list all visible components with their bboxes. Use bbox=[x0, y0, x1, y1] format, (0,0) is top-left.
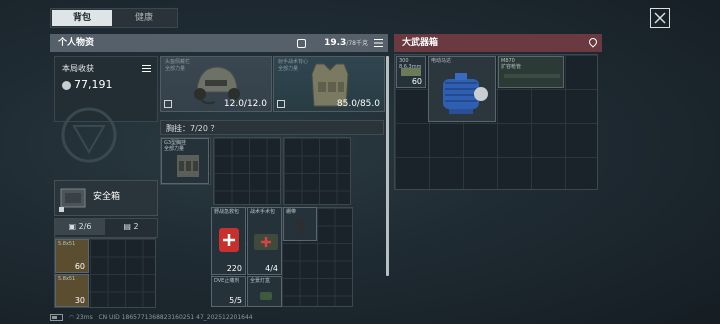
repair-icon bbox=[277, 100, 285, 108]
surgery-kit-name: 战术手术包 bbox=[250, 209, 276, 215]
lamp-icon bbox=[260, 292, 272, 300]
ammo-item[interactable]: 5.8x51 30 bbox=[55, 274, 89, 307]
details-list-icon[interactable] bbox=[142, 65, 151, 72]
chest-rig-capacity: 胸挂：7/20 ？ bbox=[160, 120, 384, 135]
lock-icon bbox=[59, 207, 64, 212]
ammo-count: 30 bbox=[74, 296, 85, 305]
ammo-box-item[interactable]: 300 8.6.3mm 60 bbox=[396, 56, 426, 88]
personal-supplies-header: 个人物资 19.3/78千克 bbox=[50, 34, 388, 52]
surgery-kit-count: 4/4 bbox=[265, 264, 278, 273]
painkiller-name: DVE止痛剂 bbox=[214, 278, 240, 284]
medkit-count: 220 bbox=[226, 264, 242, 273]
weapon-box-title: 大武器箱 bbox=[402, 38, 439, 48]
close-icon bbox=[654, 12, 666, 24]
weight-value: 19.3 bbox=[324, 38, 347, 48]
raid-income-label: 本局收获 bbox=[62, 64, 94, 73]
close-button[interactable] bbox=[650, 8, 670, 28]
inventory-scrollbar[interactable] bbox=[386, 56, 389, 276]
surgery-kit-icon bbox=[254, 234, 278, 250]
tab-backpack[interactable]: 背包 bbox=[52, 10, 112, 26]
ammo-name: 5.8x51 bbox=[58, 241, 76, 247]
uid-text: CN UID 1865771368823160251 47_2025122016… bbox=[98, 314, 253, 321]
pouch-count: 2/6 bbox=[78, 222, 92, 231]
electric-motor-icon bbox=[443, 73, 488, 114]
list-icon[interactable] bbox=[374, 39, 383, 47]
rig-grid-2[interactable] bbox=[213, 137, 281, 205]
chest-rig-icon bbox=[177, 155, 199, 177]
painkiller-item[interactable]: DVE止痛剂 5/5 bbox=[211, 276, 246, 307]
rig-grid-3[interactable] bbox=[283, 137, 351, 205]
ping-value: 23ms bbox=[76, 314, 93, 321]
chest-rig-item[interactable]: G3型胸挂 全部力量 bbox=[161, 138, 209, 184]
helmet-slot-label: 头盔佩戴栏 全部力量 bbox=[165, 59, 191, 72]
case-count: 2 bbox=[133, 222, 139, 231]
gun-barrel-icon bbox=[504, 74, 560, 78]
surgery-kit-item[interactable]: 战术手术包 4/4 bbox=[247, 207, 282, 275]
weapon-box-header: 大武器箱 bbox=[394, 34, 602, 52]
bandage-icon bbox=[297, 219, 305, 237]
repair-icon bbox=[164, 100, 172, 108]
m870-barrel-item[interactable]: M870 扩容枪管 bbox=[498, 56, 564, 88]
electric-motor-item[interactable]: 电动马达 bbox=[428, 56, 496, 122]
helmet-slot[interactable]: 头盔佩戴栏 全部力量 12.0/12.0 bbox=[160, 56, 272, 112]
electric-motor-name: 电动马达 bbox=[431, 58, 452, 64]
ammo-box-count: 60 bbox=[411, 77, 422, 86]
helmet-durability: 12.0/12.0 bbox=[223, 99, 267, 109]
pouch-counter[interactable]: ▣ 2/6 bbox=[55, 219, 105, 235]
painkiller-count: 5/5 bbox=[229, 296, 242, 305]
personal-supplies-title: 个人物资 bbox=[58, 38, 95, 48]
battery-icon bbox=[50, 314, 63, 321]
ammo-name: 5.8x51 bbox=[58, 276, 76, 282]
coin-icon bbox=[62, 81, 71, 90]
armor-slot[interactable]: 射手战术背心 全部力量 85.0/85.0 bbox=[273, 56, 385, 112]
status-bar: ◠ 23ms CN UID 1865771368823160251 47_202… bbox=[50, 314, 253, 321]
lamp-item[interactable]: 全景灯盒 bbox=[247, 276, 282, 307]
faction-emblem-icon bbox=[61, 107, 117, 163]
ammo-count: 60 bbox=[74, 262, 85, 271]
bandage-item[interactable]: 绷带 bbox=[283, 207, 317, 241]
lamp-name: 全景灯盒 bbox=[250, 278, 271, 284]
medkit-item[interactable]: 野战急救包 220 bbox=[211, 207, 246, 275]
wifi-icon: ◠ bbox=[68, 314, 75, 321]
safe-box-slot[interactable]: 安全箱 bbox=[54, 180, 158, 216]
tab-health[interactable]: 健康 bbox=[114, 10, 174, 26]
medkit-icon bbox=[219, 228, 239, 252]
weight-capacity: /78千克 bbox=[346, 40, 368, 47]
case-counter[interactable]: ▤ 2 bbox=[107, 219, 155, 235]
location-pin-icon[interactable] bbox=[587, 36, 599, 48]
raid-income-value: 77,191 bbox=[74, 78, 113, 91]
bandage-name: 绷带 bbox=[286, 209, 297, 215]
medkit-name: 野战急救包 bbox=[214, 209, 240, 215]
ammo-item[interactable]: 5.8x51 60 bbox=[55, 239, 89, 273]
weight-readout: 19.3/78千克 bbox=[324, 34, 368, 53]
container-counters: ▣ 2/6 ▤ 2 bbox=[54, 218, 158, 238]
backpack-icon bbox=[297, 39, 306, 48]
armor-durability: 85.0/85.0 bbox=[336, 99, 380, 109]
tab-bar: 背包 健康 bbox=[50, 8, 178, 28]
armor-slot-label: 射手战术背心 全部力量 bbox=[278, 59, 309, 72]
safe-box-label: 安全箱 bbox=[93, 192, 121, 202]
m870-barrel-name: M870 扩容枪管 bbox=[501, 58, 522, 70]
